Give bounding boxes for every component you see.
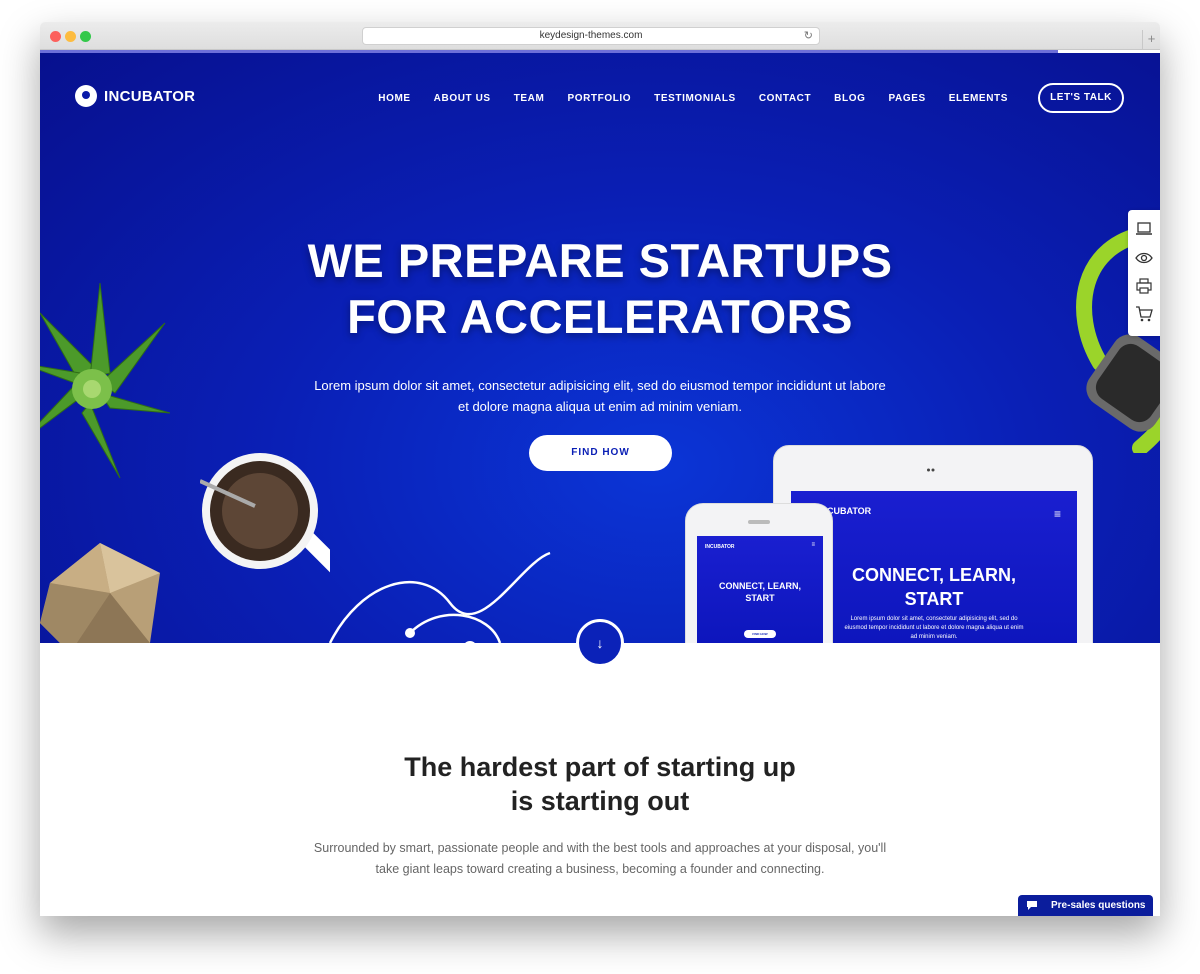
presales-chat-button[interactable]: Pre-sales questions [1018, 895, 1153, 916]
nav-about-us[interactable]: ABOUT US [434, 93, 491, 104]
scroll-down-button[interactable]: ↓ [576, 619, 624, 667]
side-toolbar [1128, 210, 1160, 336]
site-logo[interactable]: INCUBATOR [75, 85, 195, 107]
tablet-headline-line1: CONNECT, LEARN, [851, 565, 1016, 585]
hero-headline-line1: WE PREPARE STARTUPS [307, 234, 893, 287]
logo-text: INCUBATOR [104, 87, 196, 105]
presales-chat-label: Pre-sales questions [1051, 900, 1146, 911]
section-body-line2: take giant leaps toward creating a busin… [375, 862, 825, 876]
tablet-headline-line2: START [904, 589, 964, 609]
earphones-image [328, 551, 551, 643]
phone-logo-text: INCUBATOR [705, 544, 735, 550]
coffee-cup-image [200, 453, 330, 573]
close-window-button[interactable] [50, 31, 61, 42]
phone-headline-line2: START [745, 593, 775, 603]
tablet-screen: INCUBATOR ≡ CONNECT, LEARN, START Lorem … [791, 491, 1077, 643]
new-tab-button[interactable]: + [1142, 30, 1160, 50]
reload-icon[interactable]: ↻ [804, 28, 813, 44]
nav-testimonials[interactable]: TESTIMONIALS [654, 93, 736, 104]
printer-icon[interactable] [1135, 277, 1153, 295]
section-body-line1: Surrounded by smart, passionate people a… [313, 841, 887, 855]
eye-icon[interactable] [1135, 249, 1153, 267]
section-body-text: Surrounded by smart, passionate people a… [310, 838, 890, 880]
arrow-down-icon: ↓ [596, 635, 604, 651]
phone-button: FIND HOW [744, 630, 776, 638]
hero-lead-line1: Lorem ipsum dolor sit amet, consectetur … [314, 378, 886, 393]
nav-portfolio[interactable]: PORTFOLIO [567, 93, 631, 104]
gold-geometric-ornament [40, 543, 160, 643]
lets-talk-button[interactable]: LET'S TALK [1038, 83, 1124, 113]
tablet-headline: CONNECT, LEARN, START [791, 563, 1077, 611]
phone-headline-line1: CONNECT, LEARN, [718, 581, 801, 591]
section-heading-line1: The hardest part of starting up [404, 752, 796, 782]
main-navigation: HOME ABOUT US TEAM PORTFOLIO TESTIMONIAL… [355, 83, 1124, 113]
chat-bubble-icon [1027, 901, 1037, 910]
nav-contact[interactable]: CONTACT [759, 93, 811, 104]
phone-speaker [748, 520, 770, 524]
browser-window: keydesign-themes.com ↻ + INCUBATOR HOME … [40, 22, 1160, 916]
section-heading: The hardest part of starting up is start… [40, 750, 1160, 818]
nav-home[interactable]: HOME [378, 93, 410, 104]
address-bar[interactable]: keydesign-themes.com ↻ [362, 27, 820, 45]
logo-mark-icon [75, 85, 97, 107]
phone-mockup: INCUBATOR ≡ CONNECT, LEARN, START FIND H… [685, 503, 833, 643]
url-text: keydesign-themes.com [539, 30, 643, 41]
tablet-body-text: Lorem ipsum dolor sit amet, consectetur … [844, 616, 1024, 640]
phone-screen: INCUBATOR ≡ CONNECT, LEARN, START FIND H… [697, 536, 823, 643]
tablet-camera-icon [927, 468, 935, 472]
cart-icon[interactable] [1135, 305, 1153, 323]
hero-lead-line2: et dolore magna aliqua ut enim ad minim … [458, 399, 742, 414]
hero-headline-line2: FOR ACCELERATORS [347, 290, 853, 343]
nav-pages[interactable]: PAGES [888, 93, 925, 104]
hamburger-menu-icon: ≡ [1053, 507, 1061, 521]
minimize-window-button[interactable] [65, 31, 76, 42]
find-how-button[interactable]: FIND HOW [529, 435, 672, 471]
hero-lead-text: Lorem ipsum dolor sit amet, consectetur … [310, 375, 890, 417]
hero-section: INCUBATOR HOME ABOUT US TEAM PORTFOLIO T… [40, 53, 1160, 643]
hero-headline: WE PREPARE STARTUPS FOR ACCELERATORS [40, 233, 1160, 345]
nav-team[interactable]: TEAM [514, 93, 545, 104]
laptop-icon[interactable] [1135, 220, 1153, 238]
nav-elements[interactable]: ELEMENTS [949, 93, 1008, 104]
zoom-window-button[interactable] [80, 31, 91, 42]
browser-toolbar: keydesign-themes.com ↻ + [40, 22, 1160, 50]
nav-blog[interactable]: BLOG [834, 93, 865, 104]
section-heading-line2: is starting out [510, 786, 690, 816]
phone-headline: CONNECT, LEARN, START [697, 580, 823, 604]
phone-hamburger-icon: ≡ [811, 542, 815, 548]
